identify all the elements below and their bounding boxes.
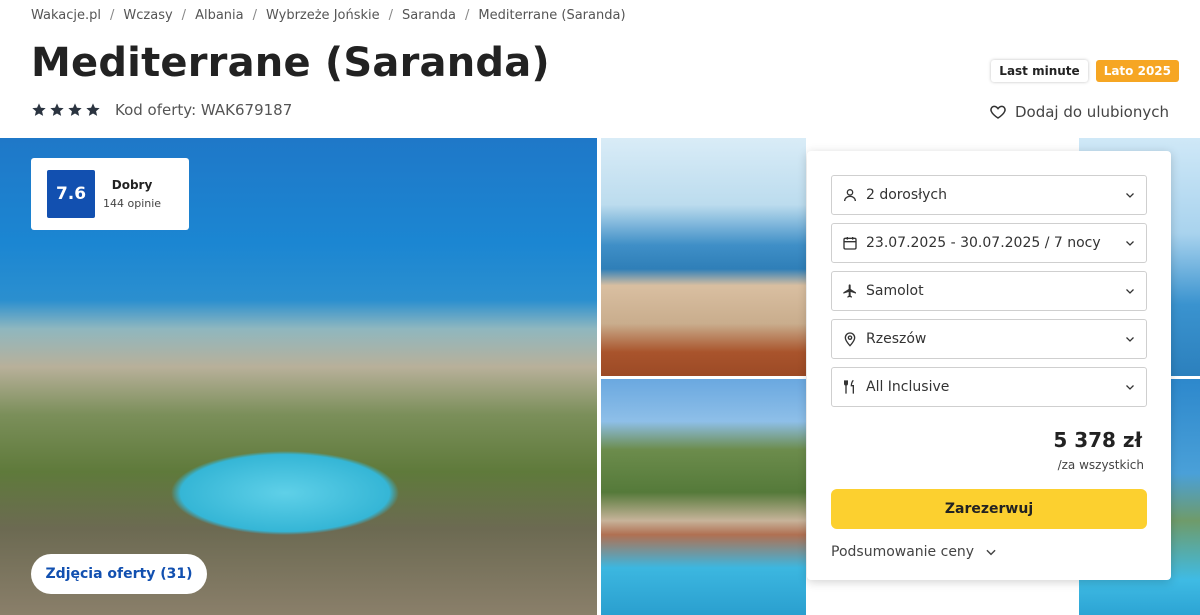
dates-select[interactable]: 23.07.2025 - 30.07.2025 / 7 nocy bbox=[831, 223, 1147, 263]
breadcrumb-item-city[interactable]: Saranda bbox=[402, 8, 456, 23]
breadcrumb: Wakacje.pl / Wczasy / Albania / Wybrzeże… bbox=[31, 8, 626, 23]
offer-badges: Last minute Lato 2025 bbox=[991, 60, 1179, 82]
offer-code: Kod oferty: WAK679187 bbox=[115, 101, 293, 119]
season-badge: Lato 2025 bbox=[1095, 60, 1179, 82]
location-pin-icon bbox=[844, 332, 856, 347]
star-icon bbox=[86, 103, 100, 116]
rating-label: Dobry bbox=[111, 178, 153, 192]
hotel-meta: Kod oferty: WAK679187 bbox=[31, 101, 292, 119]
star-icon bbox=[68, 103, 82, 116]
breadcrumb-separator: / bbox=[110, 8, 115, 23]
booking-panel: 2 dorosłych 23.07.2025 - 30.07.2025 / 7 … bbox=[807, 151, 1171, 580]
review-count: 144 opinie bbox=[103, 197, 162, 210]
chevron-down-icon bbox=[1126, 241, 1134, 246]
last-minute-badge: Last minute bbox=[991, 60, 1088, 82]
price-summary-label: Podsumowanie ceny bbox=[831, 544, 975, 560]
chevron-down-icon bbox=[1126, 289, 1134, 294]
breadcrumb-item-region[interactable]: Wybrzeże Jońskie bbox=[266, 8, 380, 23]
total-price: 5 378 zł bbox=[1053, 428, 1142, 452]
rating-text: Dobry 144 opinie bbox=[103, 178, 161, 210]
page-title: Mediterrane (Saranda) bbox=[31, 40, 550, 86]
guests-select[interactable]: 2 dorosłych bbox=[831, 175, 1147, 215]
chevron-down-icon bbox=[1126, 385, 1134, 390]
breadcrumb-separator: / bbox=[465, 8, 470, 23]
breadcrumb-separator: / bbox=[181, 8, 187, 23]
transport-value: Samolot bbox=[866, 283, 924, 299]
chevron-down-icon bbox=[1126, 337, 1134, 342]
price-note: /za wszystkich bbox=[1057, 458, 1144, 472]
departure-select[interactable]: Rzeszów bbox=[831, 319, 1147, 359]
board-select[interactable]: All Inclusive bbox=[831, 367, 1147, 407]
add-to-favorites-button[interactable]: Dodaj do ulubionych bbox=[989, 103, 1169, 121]
breadcrumb-item-current: Mediterrane (Saranda) bbox=[478, 8, 626, 23]
hotel-stars bbox=[31, 102, 101, 118]
person-icon bbox=[844, 189, 856, 202]
breadcrumb-item-home[interactable]: Wakacje.pl bbox=[31, 8, 101, 23]
transport-select[interactable]: Samolot bbox=[831, 271, 1147, 311]
board-value: All Inclusive bbox=[866, 379, 950, 395]
gallery-photo-balcony[interactable] bbox=[601, 138, 806, 376]
favorites-label: Dodaj do ulubionych bbox=[1014, 103, 1169, 121]
book-button[interactable]: Zarezerwuj bbox=[831, 489, 1147, 529]
breadcrumb-separator: / bbox=[252, 8, 257, 23]
breadcrumb-item-wczasy[interactable]: Wczasy bbox=[123, 8, 172, 23]
plane-icon bbox=[843, 284, 856, 298]
cutlery-icon bbox=[844, 379, 854, 394]
breadcrumb-separator: / bbox=[388, 8, 394, 23]
breadcrumb-item-country[interactable]: Albania bbox=[195, 8, 244, 23]
view-photos-button[interactable]: Zdjęcia oferty (31) bbox=[31, 554, 207, 594]
dates-value: 23.07.2025 - 30.07.2025 / 7 nocy bbox=[866, 235, 1101, 251]
gallery-photo-pool[interactable] bbox=[601, 379, 806, 615]
calendar-icon bbox=[843, 237, 857, 250]
rating-score: 7.6 bbox=[47, 170, 95, 218]
star-icon bbox=[32, 103, 46, 116]
price-summary-toggle[interactable]: Podsumowanie ceny bbox=[831, 544, 998, 560]
guests-value: 2 dorosłych bbox=[866, 187, 947, 203]
main-hotel-photo[interactable]: 7.6 Dobry 144 opinie Zdjęcia oferty (31) bbox=[0, 138, 597, 615]
star-icon bbox=[50, 103, 64, 116]
heart-icon bbox=[990, 105, 1006, 119]
chevron-down-icon bbox=[986, 549, 996, 556]
chevron-down-icon bbox=[1126, 193, 1134, 198]
departure-value: Rzeszów bbox=[866, 331, 927, 347]
rating-card[interactable]: 7.6 Dobry 144 opinie bbox=[31, 158, 189, 230]
